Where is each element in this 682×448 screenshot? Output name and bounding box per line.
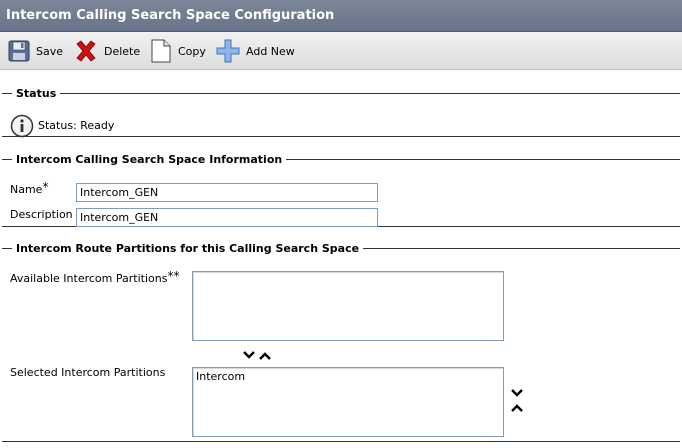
info-section: Intercom Calling Search Space Informatio… — [2, 153, 680, 227]
delete-label: Delete — [104, 44, 141, 58]
plus-icon — [216, 39, 240, 63]
info-legend: Intercom Calling Search Space Informatio… — [16, 153, 283, 166]
available-partitions-list[interactable] — [192, 271, 504, 341]
save-button[interactable]: Save — [8, 39, 63, 63]
status-text: Status: Ready — [38, 119, 115, 132]
partitions-section: Intercom Route Partitions for this Calli… — [2, 242, 680, 442]
main-content: Status Status: Ready Intercom Calling Se… — [0, 71, 682, 448]
move-down-arrow-icon[interactable] — [242, 349, 256, 361]
copy-label: Copy — [178, 44, 206, 58]
copy-button[interactable]: Copy — [150, 39, 206, 63]
move-up-arrow-icon[interactable] — [258, 349, 272, 361]
available-partitions-label: Available Intercom Partitions** — [10, 269, 180, 285]
add-new-button[interactable]: Add New — [216, 39, 295, 63]
status-legend: Status — [16, 87, 57, 100]
save-label: Save — [36, 44, 64, 58]
required-marker: * — [42, 180, 49, 194]
info-icon — [10, 114, 34, 141]
delete-icon — [76, 40, 96, 62]
add-new-label: Add New — [246, 44, 295, 58]
save-icon — [8, 40, 30, 62]
reorder-up-arrow-icon[interactable] — [510, 401, 524, 413]
description-label: Description — [10, 208, 73, 221]
required-marker-double: ** — [167, 269, 180, 283]
selected-partitions-label: Selected Intercom Partitions — [10, 366, 166, 379]
partitions-legend: Intercom Route Partitions for this Calli… — [16, 242, 360, 255]
delete-button[interactable]: Delete — [74, 39, 140, 63]
status-section: Status Status: Ready — [2, 87, 680, 138]
list-item[interactable]: Intercom — [196, 370, 500, 383]
page-title: Intercom Calling Search Space Configurat… — [0, 0, 682, 32]
selected-partitions-list[interactable]: Intercom — [192, 367, 504, 437]
copy-icon — [151, 39, 171, 63]
description-input[interactable] — [76, 208, 378, 227]
name-label: Name* — [10, 180, 49, 196]
toolbar: Save Delete Copy Add New — [0, 32, 682, 70]
reorder-down-arrow-icon[interactable] — [510, 387, 524, 399]
name-input[interactable] — [76, 183, 378, 202]
